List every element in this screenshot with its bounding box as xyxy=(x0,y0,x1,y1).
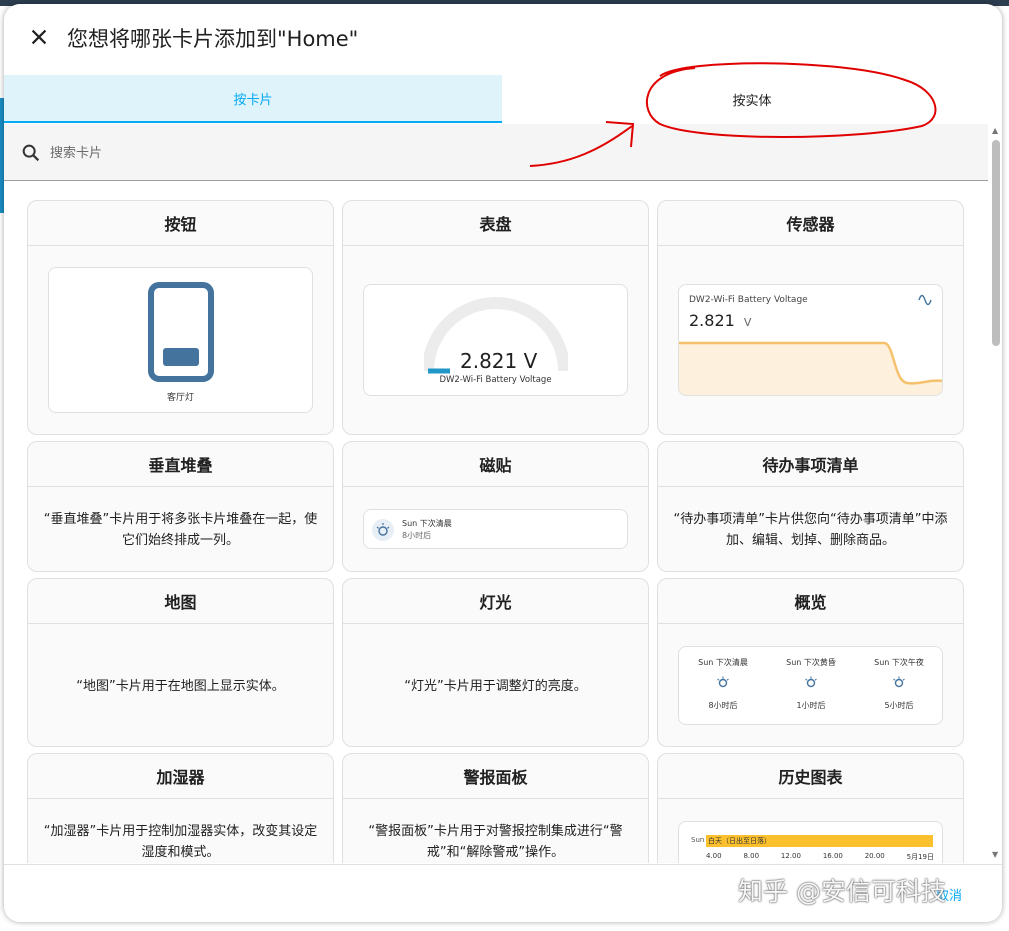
annotation-circle xyxy=(645,62,937,138)
red-annotation-overlay xyxy=(529,62,937,167)
watermark-text: 知乎 @安信可科技 xyxy=(738,877,946,906)
annotation-arrow-line xyxy=(529,125,633,167)
